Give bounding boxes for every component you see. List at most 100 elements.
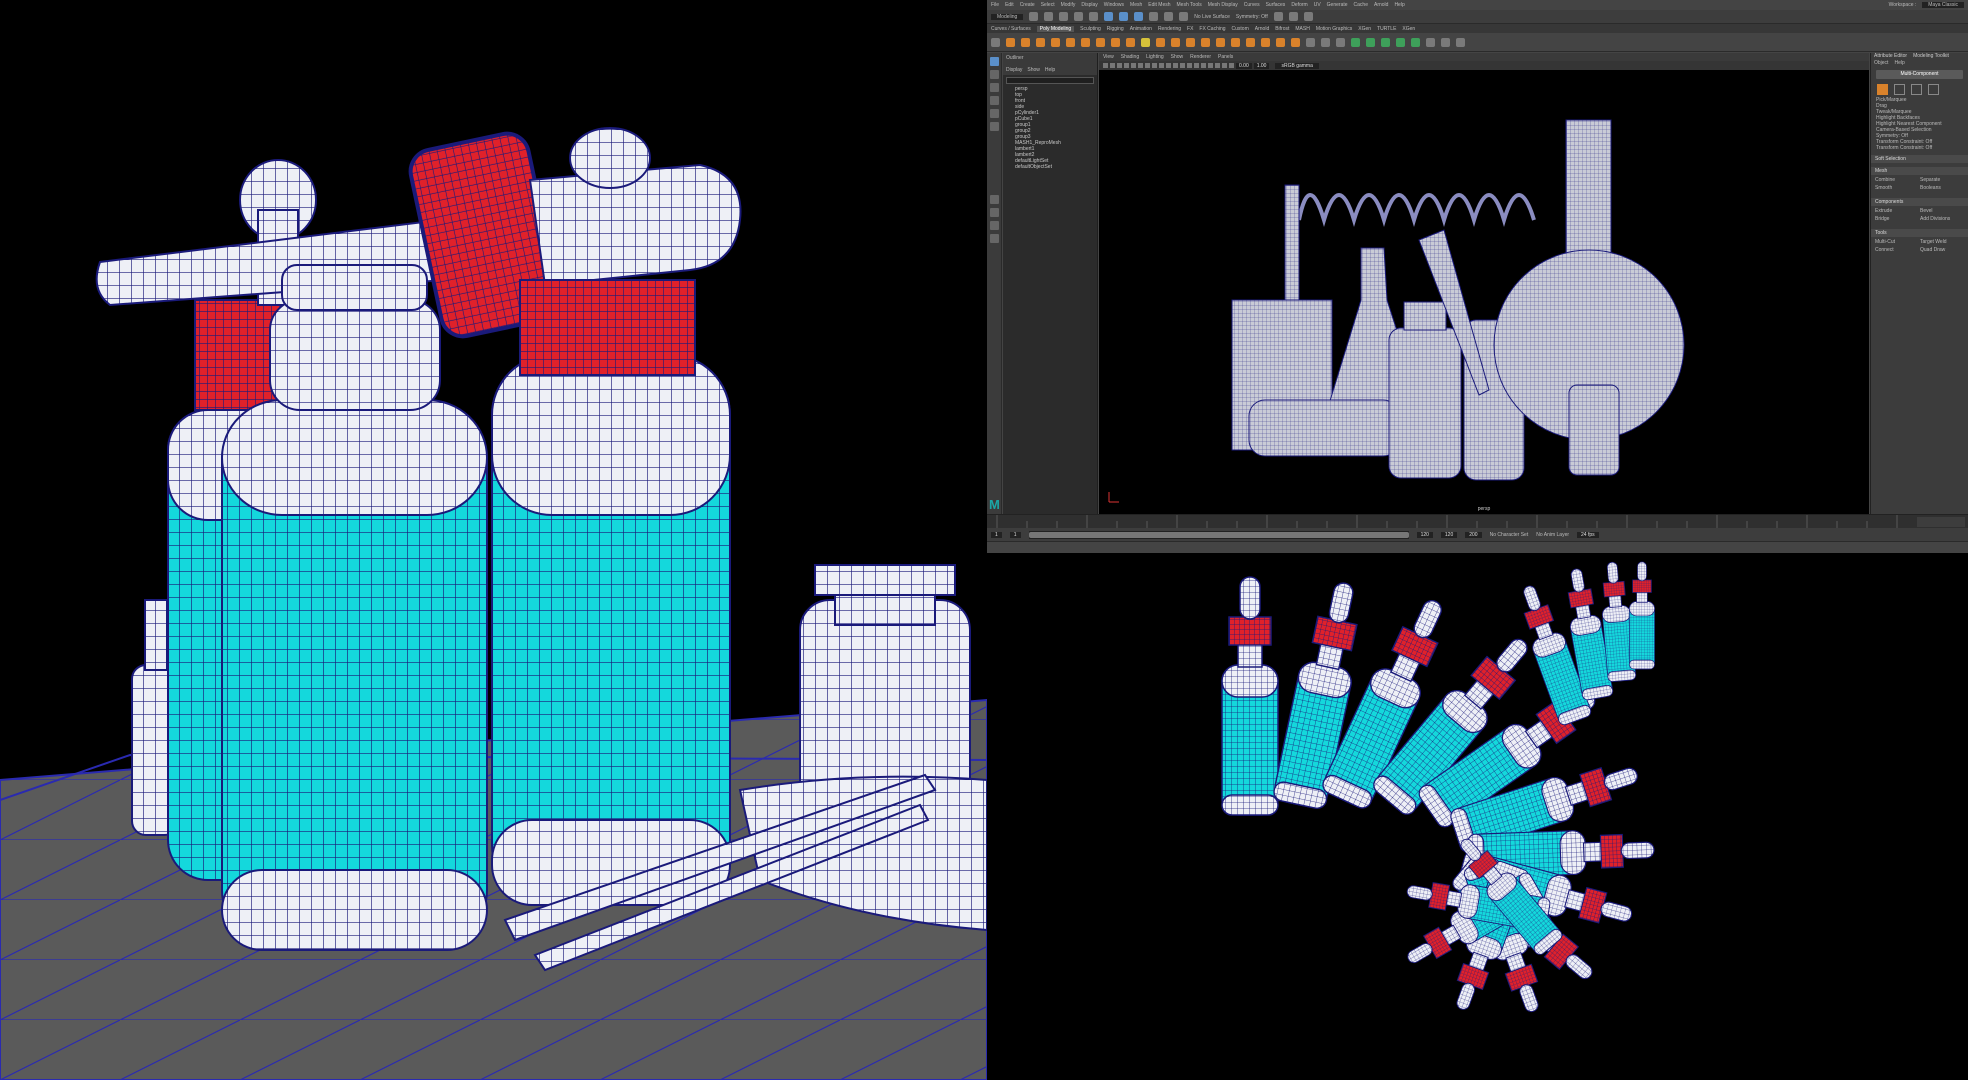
- ambient-occlusion-icon[interactable]: [1215, 63, 1220, 68]
- separate-icon[interactable]: [1186, 37, 1195, 47]
- isolate-select-icon[interactable]: [1222, 63, 1227, 68]
- outliner-item[interactable]: defaultObjectSet: [1003, 164, 1097, 170]
- anim-layer-dropdown[interactable]: No Anim Layer: [1536, 532, 1569, 538]
- separate-button[interactable]: Separate: [1920, 177, 1964, 184]
- menu-item[interactable]: Windows: [1104, 2, 1124, 8]
- tools-section[interactable]: Tools: [1871, 229, 1968, 237]
- render-settings-icon[interactable]: [1303, 12, 1313, 21]
- gate-mask-icon[interactable]: [1145, 63, 1150, 68]
- playback-end-field[interactable]: 120: [1416, 531, 1433, 538]
- poly-sphere-icon[interactable]: [1006, 37, 1015, 47]
- viewport-menu[interactable]: Panels: [1218, 54, 1233, 60]
- menu-item[interactable]: Curves: [1244, 2, 1260, 8]
- ipr-render-icon[interactable]: [1288, 12, 1298, 21]
- menu-item[interactable]: UV: [1314, 2, 1321, 8]
- fps-dropdown[interactable]: 24 fps: [1577, 531, 1599, 538]
- shelf-tab[interactable]: Custom: [1232, 26, 1249, 32]
- menu-item[interactable]: Cache: [1354, 2, 1368, 8]
- shelf-tab[interactable]: Sculpting: [1080, 26, 1101, 32]
- poly-cube-icon[interactable]: [1021, 37, 1030, 47]
- viewport-menu[interactable]: Lighting: [1146, 54, 1164, 60]
- open-scene-icon[interactable]: [1044, 12, 1054, 21]
- poly-plane-icon[interactable]: [1081, 37, 1090, 47]
- multi-cut-icon[interactable]: [1306, 37, 1315, 47]
- menu-item[interactable]: Edit Mesh: [1148, 2, 1170, 8]
- multi-component-button[interactable]: Multi-Component: [1876, 70, 1963, 79]
- outliner-menu[interactable]: Display: [1006, 67, 1022, 75]
- select-object-icon[interactable]: [1119, 12, 1129, 21]
- object-mode-icon[interactable]: [1877, 84, 1888, 95]
- combine-button[interactable]: Combine: [1875, 177, 1919, 184]
- shelf-tab[interactable]: XGen: [1402, 26, 1415, 32]
- smooth-shade-icon[interactable]: [1180, 63, 1185, 68]
- side-by-side-layout-icon[interactable]: [990, 221, 999, 230]
- menu-item[interactable]: Mesh: [1130, 2, 1142, 8]
- menu-item[interactable]: Surfaces: [1266, 2, 1286, 8]
- four-pane-layout-icon[interactable]: [990, 208, 999, 217]
- menu-item[interactable]: Mesh Tools: [1177, 2, 1202, 8]
- target-weld-icon[interactable]: [1321, 37, 1330, 47]
- select-component-icon[interactable]: [1134, 12, 1144, 21]
- xray-icon[interactable]: [1229, 63, 1234, 68]
- textured-icon[interactable]: [1194, 63, 1199, 68]
- wireframe-icon[interactable]: [1173, 63, 1178, 68]
- live-surface-field[interactable]: No Live Surface: [1194, 14, 1230, 20]
- vertex-mode-icon[interactable]: [1894, 84, 1905, 95]
- menu-item[interactable]: Help: [1394, 2, 1404, 8]
- gamma-field[interactable]: 1.00: [1253, 62, 1270, 69]
- shelf-tab[interactable]: Rigging: [1107, 26, 1124, 32]
- color-space-dropdown[interactable]: sRGB gamma: [1275, 62, 1319, 69]
- playback-start-field[interactable]: 1: [1009, 531, 1021, 538]
- extrude-icon[interactable]: [1246, 37, 1255, 47]
- face-mode-icon[interactable]: [1928, 84, 1939, 95]
- toolkit-row[interactable]: Transform Constraint: Off: [1871, 145, 1968, 151]
- scale-icon[interactable]: [990, 122, 999, 131]
- shelf-tab[interactable]: Curves / Surfaces: [991, 26, 1031, 32]
- lights-icon[interactable]: [1201, 63, 1206, 68]
- menu-item[interactable]: Mesh Display: [1208, 2, 1238, 8]
- character-set-dropdown[interactable]: No Character Set: [1490, 532, 1529, 538]
- workspace-dropdown[interactable]: Maya Classic: [1922, 2, 1964, 8]
- shelf-tab[interactable]: FX Caching: [1199, 26, 1225, 32]
- poly-pipe-icon[interactable]: [1156, 37, 1165, 47]
- image-plane-icon[interactable]: [1117, 63, 1122, 68]
- fill-hole-icon[interactable]: [1291, 37, 1300, 47]
- resolution-gate-icon[interactable]: [1138, 63, 1143, 68]
- toolkit-menu[interactable]: Object: [1874, 60, 1888, 67]
- film-gate-icon[interactable]: [1131, 63, 1136, 68]
- end-time-field[interactable]: 120: [1440, 531, 1458, 538]
- menu-item[interactable]: Display: [1081, 2, 1097, 8]
- viewport-menu[interactable]: Renderer: [1190, 54, 1211, 60]
- menu-item[interactable]: Deform: [1291, 2, 1307, 8]
- lasso-icon[interactable]: [990, 70, 999, 79]
- shelf-tab[interactable]: TURTLE: [1377, 26, 1396, 32]
- viewport-menu[interactable]: View: [1103, 54, 1114, 60]
- shadows-icon[interactable]: [1208, 63, 1213, 68]
- poly-disc-icon[interactable]: [1096, 37, 1105, 47]
- outliner-search-field[interactable]: [1006, 77, 1094, 84]
- exposure-field[interactable]: 0.00: [1236, 62, 1252, 69]
- soft-selection-section[interactable]: Soft Selection: [1871, 155, 1968, 163]
- viewport-menu[interactable]: Shading: [1121, 54, 1139, 60]
- shelf-tab[interactable]: Bifrost: [1275, 26, 1289, 32]
- snap-point-icon[interactable]: [1179, 12, 1189, 21]
- snap-curve-icon[interactable]: [1164, 12, 1174, 21]
- automatic-map-icon[interactable]: [1411, 37, 1420, 47]
- bridge-icon[interactable]: [1261, 37, 1270, 47]
- menu-item[interactable]: Arnold: [1374, 2, 1388, 8]
- wireframe-on-shaded-icon[interactable]: [1187, 63, 1192, 68]
- outliner-menu[interactable]: Help: [1045, 67, 1055, 75]
- select-hierarchy-icon[interactable]: [1104, 12, 1114, 21]
- menu-item[interactable]: Select: [1041, 2, 1055, 8]
- poly-cylinder-icon[interactable]: [1036, 37, 1045, 47]
- quad-draw-button[interactable]: Quad Draw: [1920, 247, 1964, 254]
- command-line[interactable]: [987, 541, 1968, 553]
- edge-mode-icon[interactable]: [1911, 84, 1922, 95]
- modeling-toolkit-tab[interactable]: Modeling Toolkit: [1913, 53, 1949, 60]
- shelf-tab[interactable]: XGen: [1358, 26, 1371, 32]
- extrude-button[interactable]: Extrude: [1875, 208, 1919, 215]
- shelf-tab[interactable]: MASH: [1295, 26, 1309, 32]
- time-slider[interactable]: [987, 514, 1968, 529]
- outliner-layout-icon[interactable]: [990, 234, 999, 243]
- shelf-tab[interactable]: Motion Graphics: [1316, 26, 1352, 32]
